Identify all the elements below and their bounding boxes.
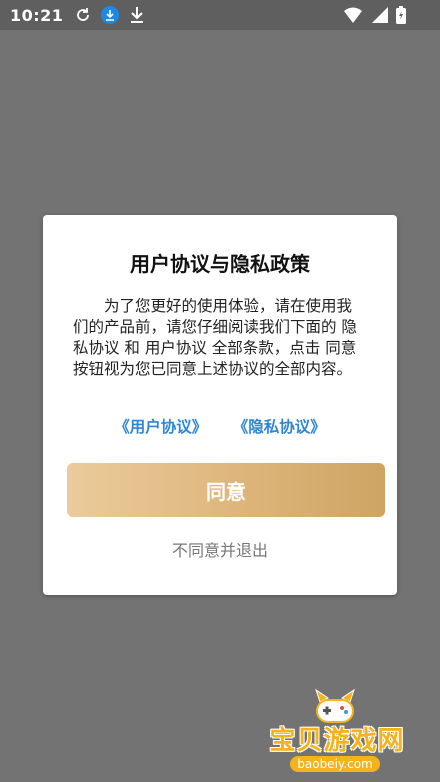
signal-icon xyxy=(372,7,388,23)
watermark: 宝贝游戏网 baobeiy.com xyxy=(262,688,412,780)
decline-exit-button[interactable]: 不同意并退出 xyxy=(43,537,397,561)
agree-button[interactable]: 同意 xyxy=(67,463,385,517)
wifi-icon xyxy=(344,7,362,23)
dialog-body: 为了您更好的使用体验，请在使用我们的产品前，请您仔细阅读我们下面的 隐私协议 和… xyxy=(73,296,367,380)
download-icon xyxy=(129,6,145,24)
status-bar: 10:21 xyxy=(0,0,440,30)
privacy-agreement-link[interactable]: 《隐私协议》 xyxy=(233,418,326,436)
agreement-links: 《用户协议》 《隐私协议》 xyxy=(43,415,397,437)
user-agreement-link[interactable]: 《用户协议》 xyxy=(114,418,207,436)
watermark-text: 宝贝游戏网 xyxy=(269,726,405,756)
dialog-body-text: 为了您更好的使用体验，请在使用我们的产品前，请您仔细阅读我们下面的 隐私协议 和… xyxy=(73,297,357,378)
status-time: 10:21 xyxy=(10,5,64,25)
privacy-dialog: 用户协议与隐私政策 为了您更好的使用体验，请在使用我们的产品前，请您仔细阅读我们… xyxy=(43,215,397,595)
download-badge-icon xyxy=(101,6,120,24)
watermark-url: baobeiy.com xyxy=(290,756,380,772)
battery-icon xyxy=(396,6,406,24)
dialog-title: 用户协议与隐私政策 xyxy=(130,252,310,276)
sync-icon xyxy=(75,7,91,23)
